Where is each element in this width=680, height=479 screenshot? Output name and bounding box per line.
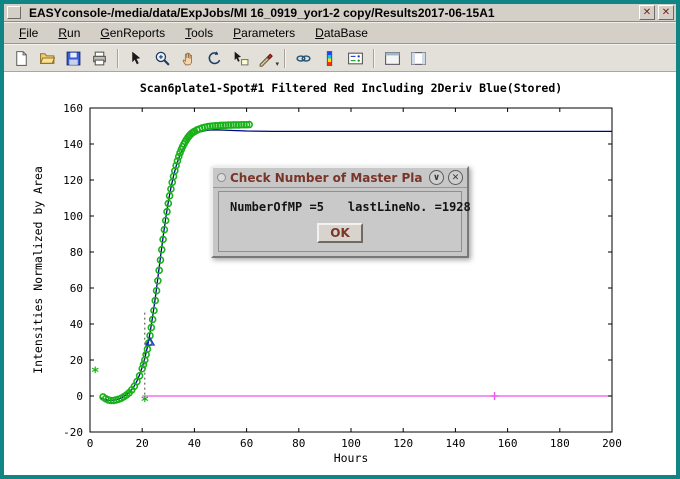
- svg-text:120: 120: [63, 174, 83, 187]
- svg-text:20: 20: [136, 437, 149, 450]
- svg-text:40: 40: [70, 318, 83, 331]
- svg-text:140: 140: [63, 138, 83, 151]
- insert-legend-button[interactable]: [343, 47, 368, 70]
- menu-run[interactable]: Run: [49, 24, 89, 42]
- menu-tools[interactable]: Tools: [176, 24, 222, 42]
- dialog-close-button[interactable]: ✕: [448, 170, 463, 185]
- new-file-button[interactable]: [9, 47, 34, 70]
- ok-button[interactable]: OK: [317, 223, 363, 243]
- svg-text:100: 100: [341, 437, 361, 450]
- menubar: File Run GenReports Tools Parameters Dat…: [4, 22, 676, 44]
- svg-text:*: *: [141, 394, 149, 410]
- svg-text:160: 160: [63, 102, 83, 115]
- svg-text:80: 80: [70, 246, 83, 259]
- dialog-collapse-button[interactable]: ∨: [429, 170, 444, 185]
- svg-text:0: 0: [76, 390, 83, 403]
- y-axis-label: Intensities Normalized by Area: [31, 166, 45, 374]
- figure-canvas[interactable]: * * 0 20 40 60 80 100 120 140 160 180 200 -20 0 20 40 60 8…: [4, 72, 676, 475]
- figure-area: * * 0 20 40 60 80 100 120 140 160 180 200 -20 0 20 40 60 8…: [4, 72, 676, 475]
- svg-text:*: *: [91, 365, 99, 381]
- dialog-message: NumberOfMP =5 lastLineNo. =1928: [219, 200, 461, 214]
- axes-box: [90, 108, 612, 432]
- chart-title: Scan6plate1-Spot#1 Filtered Red Includin…: [140, 81, 562, 95]
- show-plot-tools-icon: [410, 50, 427, 67]
- svg-text:80: 80: [292, 437, 305, 450]
- iconify-button[interactable]: ✕: [639, 5, 655, 20]
- zoom-in-button[interactable]: [150, 47, 175, 70]
- pan-hand-icon: [180, 50, 197, 67]
- insert-colorbar-button[interactable]: [317, 47, 342, 70]
- svg-text:60: 60: [240, 437, 253, 450]
- svg-text:100: 100: [63, 210, 83, 223]
- brush-icon: [258, 50, 275, 67]
- edit-plot-button[interactable]: [124, 47, 149, 70]
- edit-arrow-icon: [128, 50, 145, 67]
- hide-plot-tools-icon: [384, 50, 401, 67]
- toolbar-separator: [284, 49, 286, 68]
- menu-genreports[interactable]: GenReports: [91, 24, 174, 42]
- rotate-3d-button[interactable]: [202, 47, 227, 70]
- svg-text:180: 180: [550, 437, 570, 450]
- save-button[interactable]: [61, 47, 86, 70]
- link-plots-icon: [295, 50, 312, 67]
- dialog-check-number: Check Number of Master Pla ∨ ✕ NumberOfM…: [211, 166, 469, 258]
- svg-text:200: 200: [602, 437, 622, 450]
- dialog-titlebar[interactable]: Check Number of Master Pla ∨ ✕: [213, 168, 467, 188]
- dialog-field-numberofmp: NumberOfMP =5: [230, 200, 324, 214]
- svg-text:20: 20: [70, 354, 83, 367]
- window-titlebar[interactable]: EASYconsole-/media/data/ExpJobs/MI 16_09…: [4, 4, 676, 22]
- open-file-button[interactable]: [35, 47, 60, 70]
- svg-text:140: 140: [445, 437, 465, 450]
- data-cursor-button[interactable]: [228, 47, 253, 70]
- colorbar-icon: [321, 50, 338, 67]
- save-icon: [65, 50, 82, 67]
- zoom-in-icon: [154, 50, 171, 67]
- dialog-icon: [217, 173, 226, 182]
- legend-icon: [347, 50, 364, 67]
- window-menu-button[interactable]: [7, 6, 21, 19]
- menu-database[interactable]: DataBase: [306, 24, 377, 42]
- brush-button[interactable]: ▾: [254, 47, 279, 70]
- rotate-3d-icon: [206, 50, 223, 67]
- toolbar-separator: [373, 49, 375, 68]
- print-button[interactable]: [87, 47, 112, 70]
- link-plots-button[interactable]: [291, 47, 316, 70]
- svg-text:160: 160: [498, 437, 518, 450]
- dialog-field-lastlineno: lastLineNo. =1928: [348, 200, 471, 214]
- toolbar-separator: [117, 49, 119, 68]
- window-title: EASYconsole-/media/data/ExpJobs/MI 16_09…: [29, 5, 636, 21]
- show-plot-tools-button[interactable]: [406, 47, 431, 70]
- dialog-title: Check Number of Master Pla: [230, 171, 425, 185]
- svg-text:60: 60: [70, 282, 83, 295]
- menu-file[interactable]: File: [10, 24, 47, 42]
- new-file-icon: [13, 50, 30, 67]
- app-window: EASYconsole-/media/data/ExpJobs/MI 16_09…: [0, 0, 680, 479]
- open-folder-icon: [39, 50, 56, 67]
- svg-text:0: 0: [87, 437, 94, 450]
- dropdown-caret-icon[interactable]: ▾: [275, 61, 279, 68]
- pan-button[interactable]: [176, 47, 201, 70]
- close-button[interactable]: ✕: [658, 5, 674, 20]
- hide-plot-tools-button[interactable]: [380, 47, 405, 70]
- svg-text:-20: -20: [63, 426, 83, 439]
- toolbar: ▾: [4, 44, 676, 72]
- menu-parameters[interactable]: Parameters: [224, 24, 304, 42]
- svg-text:120: 120: [393, 437, 413, 450]
- dialog-body: NumberOfMP =5 lastLineNo. =1928 OK: [218, 191, 462, 252]
- x-axis-label: Hours: [334, 451, 369, 465]
- print-icon: [91, 50, 108, 67]
- svg-text:40: 40: [188, 437, 201, 450]
- data-cursor-icon: [232, 50, 249, 67]
